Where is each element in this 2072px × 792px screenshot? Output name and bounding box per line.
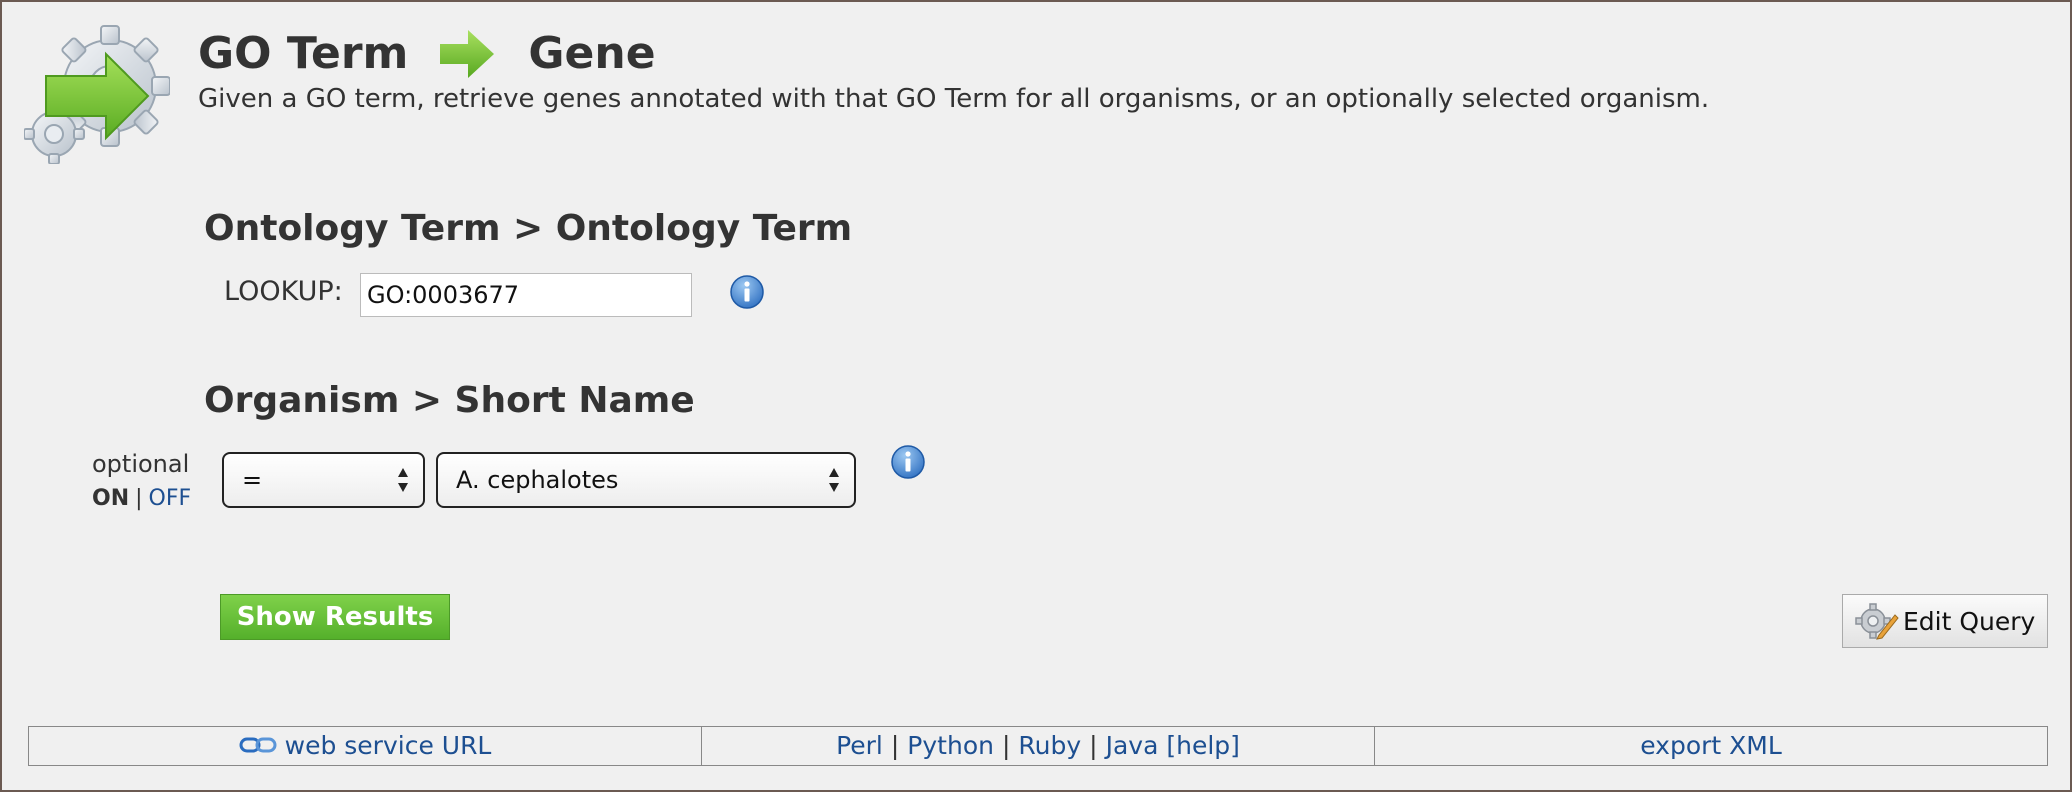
optional-toggle: ON | OFF bbox=[92, 486, 191, 511]
select-arrows-icon bbox=[829, 468, 839, 492]
toggle-off[interactable]: OFF bbox=[149, 486, 192, 511]
operator-select[interactable]: = bbox=[222, 452, 425, 508]
lookup-input[interactable]: GO:0003677 bbox=[360, 273, 692, 317]
footer-separator: | bbox=[890, 731, 900, 760]
web-service-url-link[interactable]: web service URL bbox=[285, 731, 492, 760]
organism-value: A. cephalotes bbox=[456, 466, 619, 494]
show-results-button[interactable]: Show Results bbox=[220, 594, 450, 640]
edit-query-button[interactable]: Edit Query bbox=[1842, 594, 2048, 648]
info-icon[interactable] bbox=[729, 274, 765, 310]
footer-separator: | bbox=[1089, 731, 1098, 760]
footer-export: export XML bbox=[1375, 727, 2047, 765]
toggle-on[interactable]: ON bbox=[92, 486, 129, 511]
operator-value: = bbox=[242, 466, 263, 494]
edit-query-label: Edit Query bbox=[1903, 606, 2036, 636]
footer-languages: Perl | Python | Ruby | Java [help] bbox=[702, 727, 1375, 765]
ruby-link[interactable]: Ruby bbox=[1018, 731, 1081, 760]
link-chain-icon bbox=[239, 737, 277, 753]
constraint-heading-organism: Organism > Short Name bbox=[204, 380, 695, 421]
perl-link[interactable]: Perl bbox=[836, 731, 883, 760]
organism-select[interactable]: A. cephalotes bbox=[436, 452, 856, 508]
footer-separator: | bbox=[1001, 731, 1011, 760]
lookup-label: LOOKUP: bbox=[224, 276, 343, 307]
template-panel: GO Term Gene Given a GO term, retrieve g… bbox=[0, 0, 2072, 792]
title-to: Gene bbox=[528, 28, 656, 79]
info-icon[interactable] bbox=[890, 444, 926, 480]
gear-pencil-icon bbox=[1855, 603, 1899, 640]
template-description: Given a GO term, retrieve genes annotate… bbox=[198, 84, 1710, 114]
constraint-heading-ontology: Ontology Term > Ontology Term bbox=[204, 208, 853, 249]
export-xml-link[interactable]: export XML bbox=[1640, 731, 1782, 760]
gear-arrow-icon bbox=[24, 25, 170, 164]
python-link[interactable]: Python bbox=[907, 731, 994, 760]
arrow-right-icon bbox=[440, 30, 495, 78]
footer-bar: web service URL Perl | Python | Ruby | Java [h… bbox=[28, 726, 2048, 766]
footer-web-service: web service URL bbox=[29, 727, 702, 765]
title-from: GO Term bbox=[198, 28, 409, 79]
java-help-link[interactable]: Java [help] bbox=[1106, 731, 1240, 760]
template-title: GO Term Gene bbox=[198, 24, 656, 84]
toggle-separator: | bbox=[135, 486, 143, 511]
optional-label: optional bbox=[92, 450, 190, 478]
select-arrows-icon bbox=[398, 468, 408, 492]
